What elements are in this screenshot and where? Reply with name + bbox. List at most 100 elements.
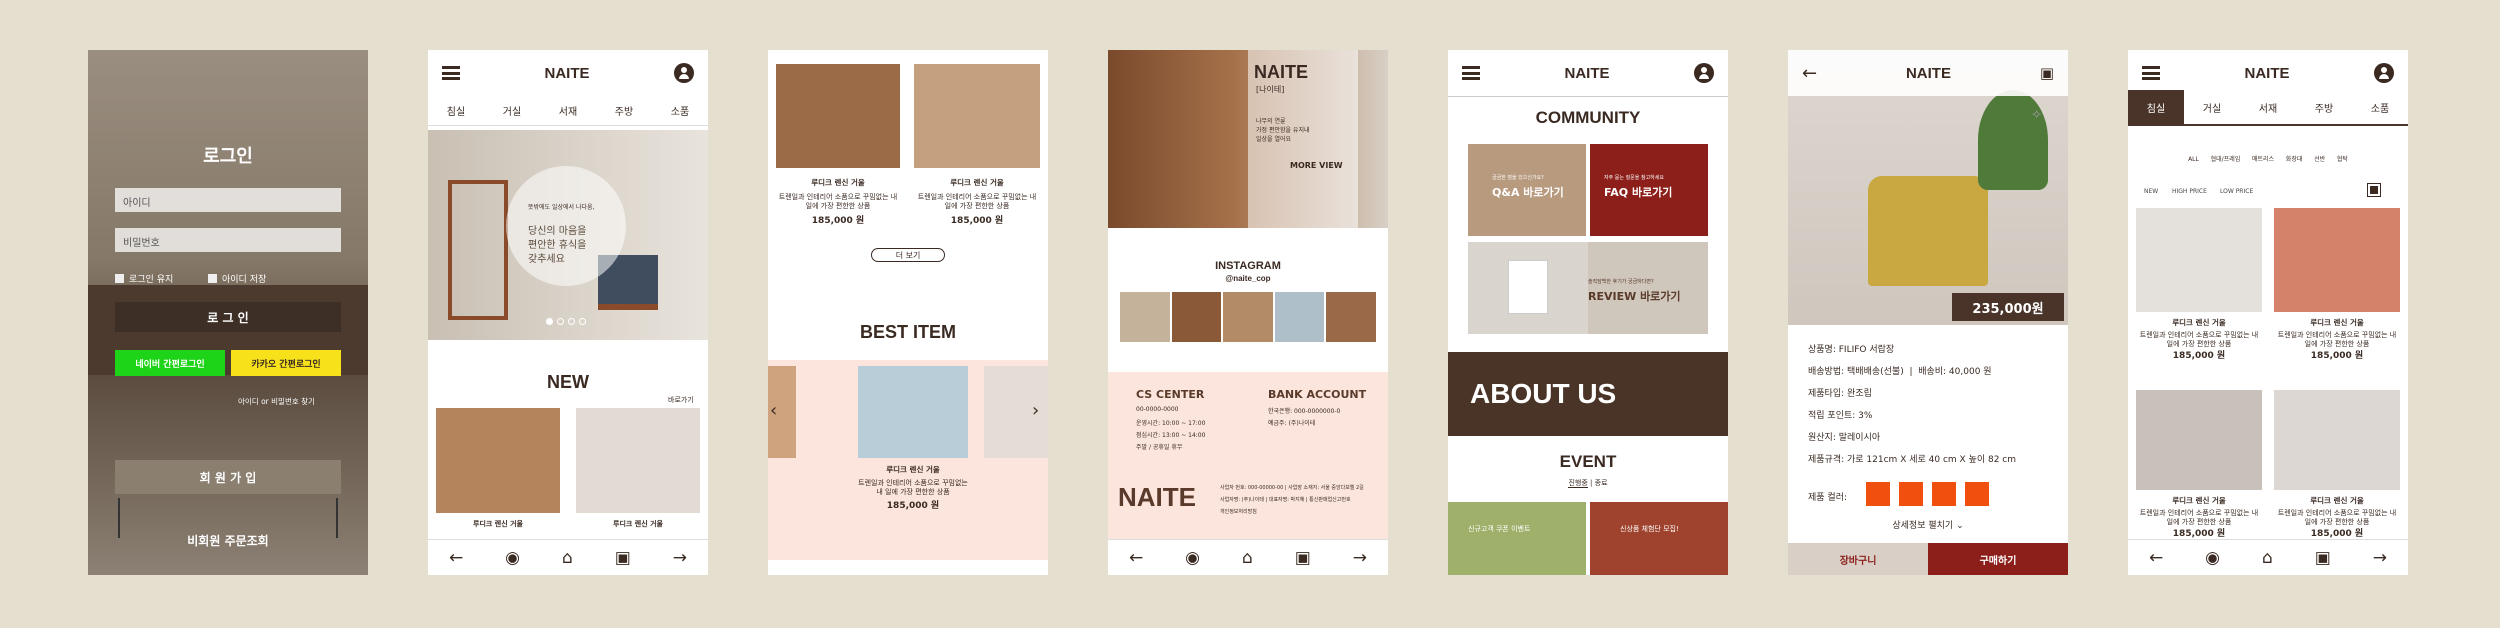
brand-logo[interactable]: NAITE [2245, 65, 2290, 82]
color-swatch[interactable] [1866, 482, 1890, 506]
product-image[interactable] [2136, 390, 2262, 490]
home-icon[interactable]: ⌂ [2262, 548, 2273, 568]
tab-study[interactable]: 서재 [559, 103, 577, 118]
qa-tile[interactable]: 궁금한 점을 있으신가요? Q&A 바로가기 [1468, 144, 1586, 236]
footer-privacy-link[interactable]: 개인정보처리방침 [1220, 508, 1257, 515]
more-button[interactable]: 더 보기 [871, 248, 945, 262]
carousel-next-icon[interactable]: › [1032, 400, 1039, 421]
sort-new[interactable]: NEW [2144, 188, 2158, 195]
naver-login-button[interactable]: 네이버 간편로그인 [115, 350, 225, 376]
tab-props[interactable]: 소품 [2352, 90, 2408, 124]
product-image[interactable] [2136, 208, 2262, 312]
back-arrow-icon[interactable]: ← [1802, 63, 1817, 84]
product-image-b[interactable] [914, 64, 1040, 168]
menu-icon[interactable] [1462, 66, 1480, 80]
menu-icon[interactable] [442, 66, 460, 80]
color-swatch[interactable] [1965, 482, 1989, 506]
brand-logo[interactable]: NAITE [545, 65, 590, 82]
product-desc: 트렌일과 인테리어 소품으로 꾸밈없는 내 일에 가장 편한한 상품 [2139, 508, 2259, 527]
product-image-a[interactable] [776, 64, 900, 168]
find-account-link[interactable]: 아이디 or 비밀번호 찾기 [238, 396, 315, 407]
chat-icon[interactable]: ◉ [1185, 548, 1200, 568]
home-icon[interactable]: ⌂ [562, 548, 573, 568]
slide-dots[interactable] [546, 318, 586, 325]
filter-side-table[interactable]: 협탁 [2337, 156, 2348, 163]
join-button[interactable]: 회 원 가 입 [115, 460, 341, 494]
community-screen: NAITE COMMUNITY 궁금한 점을 있으신가요? Q&A 바로가기 자… [1448, 50, 1728, 575]
product-image[interactable] [2274, 208, 2400, 312]
brand-logo[interactable]: NAITE [1906, 65, 1951, 82]
insta-thumb[interactable] [1171, 292, 1222, 342]
filter-mattress[interactable]: 매트리스 [2252, 156, 2274, 163]
login-button[interactable]: 로 그 인 [115, 302, 341, 332]
tab-bedroom[interactable]: 침실 [2128, 90, 2184, 124]
product-image[interactable] [2274, 390, 2400, 490]
brand-logo[interactable]: NAITE [1565, 65, 1610, 82]
instagram-handle[interactable]: @naite_cop [1108, 274, 1388, 283]
filter-all[interactable]: ALL [2188, 156, 2199, 163]
user-icon[interactable] [1694, 63, 1714, 83]
tab-bedroom[interactable]: 침실 [447, 103, 465, 118]
back-arrow-icon[interactable]: ← [2149, 548, 2163, 568]
share-icon[interactable]: ⟡ [2032, 106, 2041, 122]
back-arrow-icon[interactable]: ← [1129, 548, 1143, 568]
sort-low-price[interactable]: LOW PRICE [2220, 188, 2253, 195]
guest-order-link[interactable]: 비회원 주문조회 [88, 532, 368, 549]
new-more-link[interactable]: 바로가기 [668, 395, 694, 405]
tab-ended[interactable]: 종료 [1595, 479, 1608, 487]
buy-button[interactable]: 구매하기 [1928, 543, 2068, 575]
tab-kitchen[interactable]: 주방 [615, 103, 633, 118]
grid-view-icon[interactable] [2367, 183, 2381, 197]
forward-arrow-icon[interactable]: → [2373, 548, 2387, 568]
insta-thumb[interactable] [1120, 292, 1170, 342]
chat-icon[interactable]: ◉ [2205, 548, 2220, 568]
event-card-1[interactable]: 신규고객 쿠폰 이벤트 [1448, 502, 1586, 575]
sort-high-price[interactable]: HIGH PRICE [2172, 188, 2207, 195]
back-arrow-icon[interactable]: ← [449, 548, 463, 568]
user-icon[interactable] [674, 63, 694, 83]
tab-kitchen[interactable]: 주방 [2296, 90, 2352, 124]
keep-login-checkbox[interactable]: 로그인 유지 [115, 272, 173, 285]
tab-study[interactable]: 서재 [2240, 90, 2296, 124]
cart-icon[interactable]: ▣ [1295, 548, 1311, 568]
menu-icon[interactable] [2142, 66, 2160, 80]
insta-thumb[interactable] [1326, 292, 1376, 342]
event-card-2[interactable]: 신상품 체험단 모집! [1590, 502, 1728, 575]
tab-living[interactable]: 거실 [2184, 90, 2240, 124]
tab-ongoing[interactable]: 진행중 [1568, 479, 1588, 488]
detail-toggle[interactable]: 상세정보 펼치기 ⌄ [1788, 518, 2068, 531]
color-swatch[interactable] [1899, 482, 1923, 506]
footer-info-1: 사업자 번호: 000-00000-00 | 사업장 소재지: 서울 중앙다보엘… [1220, 485, 1364, 491]
cart-icon[interactable]: ▣ [615, 548, 631, 568]
kakao-login-button[interactable]: 카카오 간편로그인 [231, 350, 341, 376]
product-image-1[interactable] [436, 408, 560, 513]
about-banner[interactable]: ABOUT US [1448, 352, 1728, 436]
more-view-link[interactable]: MORE VIEW [1290, 161, 1343, 170]
id-input[interactable]: 아이디 [115, 188, 341, 212]
filter-shelf[interactable]: 선반 [2314, 156, 2325, 163]
best-image-2[interactable] [858, 366, 968, 458]
add-to-cart-button[interactable]: 장바구니 [1788, 543, 1928, 575]
save-id-checkbox[interactable]: 아이디 저장 [208, 272, 266, 285]
product-image-2[interactable] [576, 408, 700, 513]
carousel-prev-icon[interactable]: ‹ [770, 400, 777, 421]
home-icon[interactable]: ⌂ [1242, 548, 1253, 568]
forward-arrow-icon[interactable]: → [1353, 548, 1367, 568]
cart-icon[interactable]: ▣ [2315, 548, 2331, 568]
tab-props[interactable]: 소품 [671, 103, 689, 118]
insta-thumb[interactable] [1274, 292, 1325, 342]
chat-icon[interactable]: ◉ [505, 548, 520, 568]
cart-icon[interactable]: ▣ [2040, 64, 2054, 82]
password-input[interactable]: 비밀번호 [115, 228, 341, 252]
insta-thumb[interactable] [1223, 292, 1273, 342]
forward-arrow-icon[interactable]: → [673, 548, 687, 568]
filter-vanity[interactable]: 화장대 [2286, 156, 2303, 163]
faq-tile[interactable]: 자주 묻는 질문을 참고하세요 FAQ 바로가기 [1590, 144, 1708, 236]
best-item-screen: 루디크 렌신 거울 트렌일과 인테리어 소품으로 꾸밈없는 내 일에 가장 편한… [768, 50, 1048, 575]
color-swatch[interactable] [1932, 482, 1956, 506]
user-icon[interactable] [2374, 63, 2394, 83]
review-tile[interactable]: 솔직담백한 후기가 궁금하다면? REVIEW 바로가기 [1468, 242, 1708, 334]
tab-living[interactable]: 거실 [503, 103, 521, 118]
hero-banner[interactable]: 뜻밖에도 일상에서 나다움, 당신의 마음을 편안한 휴식을 갖추세요 [428, 130, 708, 340]
filter-frame[interactable]: 협대/프레임 [2211, 156, 2241, 163]
